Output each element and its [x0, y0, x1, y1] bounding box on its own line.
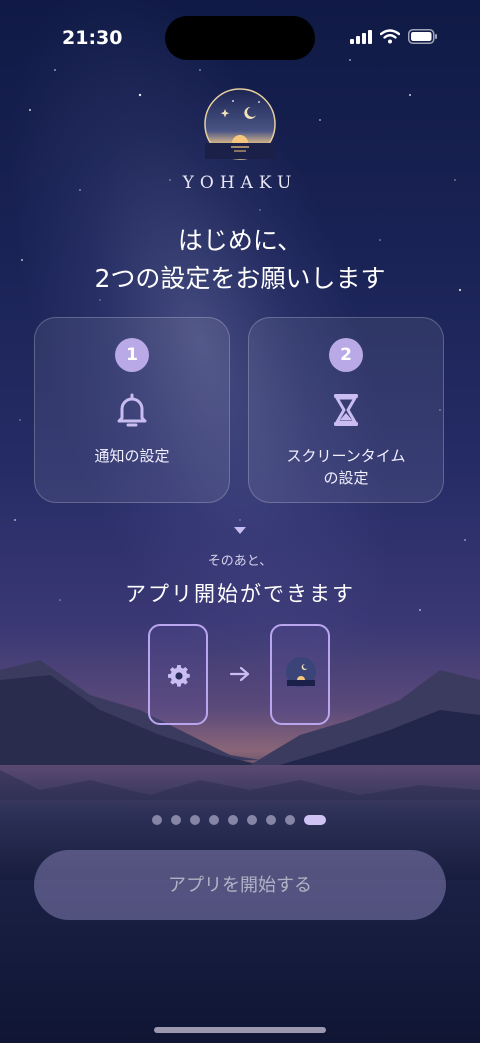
page-dot[interactable] — [247, 815, 257, 825]
setup-card-screen-time[interactable]: 2 スクリーンタイム の設定 — [248, 317, 444, 503]
title-line-1: はじめに、 — [177, 226, 303, 255]
status-bar: 21:30 — [0, 0, 480, 80]
system-icons — [350, 29, 438, 44]
page-dot[interactable] — [152, 815, 162, 825]
after-caption: そのあと、 — [207, 554, 273, 569]
arrow-right-icon — [229, 666, 250, 682]
card-label-line1: 通知の設定 — [94, 447, 170, 465]
page-title: はじめに、 2つの設定をお願いします — [0, 222, 480, 298]
page-dot[interactable] — [228, 815, 238, 825]
page-dot[interactable] — [266, 815, 276, 825]
after-heading: アプリ開始ができます — [125, 582, 355, 606]
page-dot[interactable] — [209, 815, 219, 825]
page-indicator — [152, 815, 326, 825]
gear-icon — [168, 665, 190, 687]
step-badge-1: 1 — [115, 338, 149, 372]
setup-card-notifications[interactable]: 1 通知の設定 — [34, 317, 230, 503]
status-time: 21:30 — [62, 27, 123, 49]
cellular-signal-icon — [350, 29, 372, 44]
page-dot[interactable] — [171, 815, 181, 825]
title-line-2: 2つの設定をお願いします — [94, 264, 386, 293]
start-app-button[interactable]: アプリを開始する — [34, 850, 446, 920]
card-label-line1: スクリーンタイム — [286, 447, 406, 465]
triangle-down-icon — [234, 527, 246, 534]
page-dot[interactable] — [190, 815, 200, 825]
card-label-line2: の設定 — [323, 469, 369, 487]
step-badge-2: 2 — [329, 338, 363, 372]
page-dot-active[interactable] — [304, 815, 326, 825]
hourglass-icon — [334, 394, 358, 426]
app-logo-icon — [204, 88, 276, 160]
card-label: 通知の設定 — [35, 445, 229, 467]
page-dot[interactable] — [285, 815, 295, 825]
wifi-icon — [380, 29, 400, 44]
battery-icon — [408, 29, 437, 44]
card-label: スクリーンタイム の設定 — [249, 445, 443, 489]
dynamic-island — [165, 16, 315, 60]
bell-icon — [117, 393, 147, 427]
brand-name: YOHAKU — [182, 173, 298, 193]
home-indicator[interactable] — [154, 1027, 326, 1033]
app-phone-illustration — [270, 624, 330, 725]
settings-phone-illustration — [148, 624, 208, 725]
onboarding-screen: 21:30 YOHAKU はじめに、 2つの設定をお願いします 1 通知の設定 … — [0, 0, 480, 1043]
app-logo-icon — [286, 657, 316, 687]
